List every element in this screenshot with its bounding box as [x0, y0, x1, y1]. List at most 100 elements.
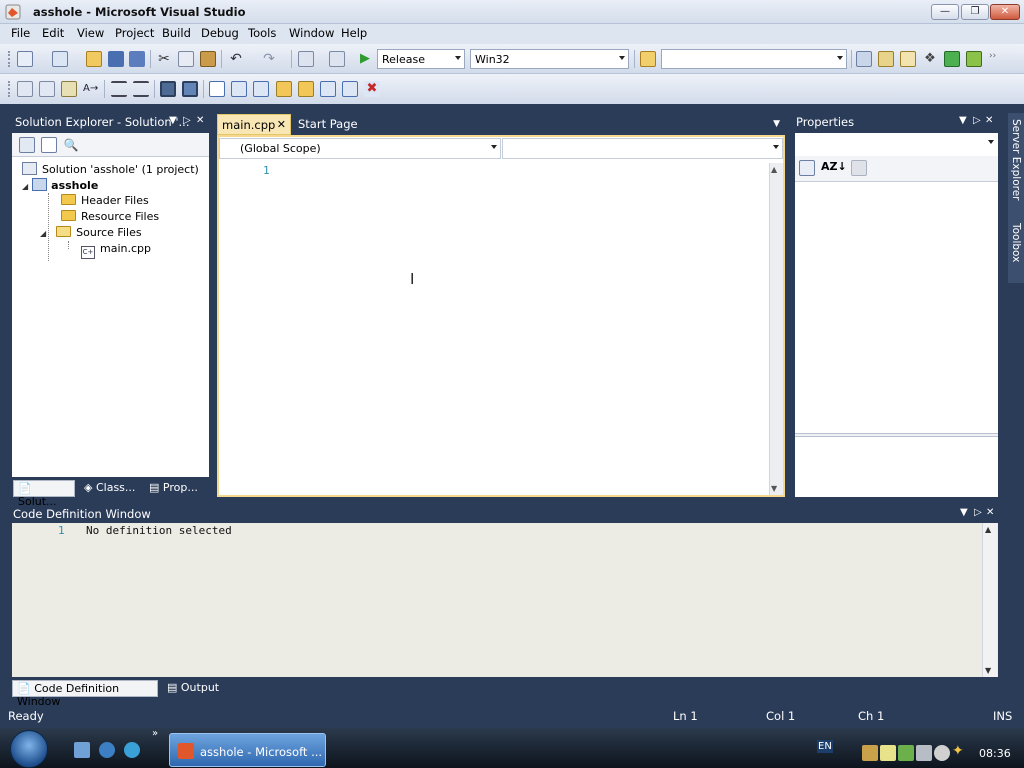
toolbox-tab[interactable]: Toolbox: [1010, 223, 1022, 262]
start-page-icon[interactable]: [944, 51, 960, 67]
tab-class-view[interactable]: ◈ Class...: [80, 480, 139, 497]
display-object-member-list-icon[interactable]: [17, 81, 33, 97]
undo-icon[interactable]: ↶: [228, 51, 244, 67]
expanded-arrow-icon[interactable]: ◢: [22, 182, 28, 191]
menu-file[interactable]: File: [11, 26, 30, 40]
solution-configuration-combo[interactable]: Release: [377, 49, 465, 69]
vertical-scrollbar[interactable]: ▲ ▼: [769, 163, 783, 495]
toolbox-icon[interactable]: ❖: [922, 51, 938, 67]
scroll-down-icon[interactable]: ▼: [771, 484, 777, 493]
next-bookmark-in-document-icon[interactable]: [342, 81, 358, 97]
decrease-indent-icon[interactable]: [111, 81, 127, 97]
tab-property-manager[interactable]: ▤ Prop...: [145, 480, 202, 497]
member-dropdown[interactable]: [502, 138, 783, 159]
open-file-icon[interactable]: [86, 51, 102, 67]
object-browser-icon[interactable]: [900, 51, 916, 67]
tab-start-page[interactable]: Start Page: [294, 114, 362, 135]
properties-icon[interactable]: [19, 137, 35, 153]
quick-launch-show-desktop-icon[interactable]: [74, 742, 90, 758]
command-window-icon[interactable]: [966, 51, 982, 67]
code-definition-body[interactable]: 1 No definition selected ▲ ▼: [12, 523, 998, 677]
previous-bookmark-in-document-icon[interactable]: [320, 81, 336, 97]
clear-bookmarks-icon[interactable]: ✖: [364, 81, 380, 97]
code-editor[interactable]: (Global Scope) 1 I ▲ ▼: [217, 135, 785, 497]
show-all-files-icon[interactable]: [41, 137, 57, 153]
comment-out-icon[interactable]: [160, 81, 176, 97]
tab-solution-explorer[interactable]: 📄 Solut...: [13, 480, 75, 508]
start-button-icon[interactable]: [10, 730, 48, 768]
solution-explorer-icon[interactable]: [856, 51, 872, 67]
scope-dropdown[interactable]: (Global Scope): [219, 138, 501, 159]
property-pages-icon[interactable]: [851, 160, 867, 176]
tree-file-main-cpp[interactable]: C+ main.cpp: [81, 242, 151, 259]
previous-bookmark-icon[interactable]: [231, 81, 247, 97]
language-indicator[interactable]: EN: [817, 740, 833, 753]
previous-bookmark-in-folder-icon[interactable]: [276, 81, 292, 97]
panel-close-icon[interactable]: ✕: [985, 115, 993, 126]
close-button[interactable]: ✕: [990, 4, 1020, 20]
panel-close-icon[interactable]: ✕: [196, 115, 204, 126]
tab-code-definition-window[interactable]: 📄 Code Definition Window: [12, 680, 158, 708]
cut-icon[interactable]: ✂: [156, 51, 172, 67]
complete-word-icon[interactable]: A→: [83, 81, 99, 97]
tab-main-cpp[interactable]: main.cpp ✕: [217, 114, 291, 135]
description-splitter[interactable]: [795, 433, 998, 437]
tab-output[interactable]: ▤ Output: [163, 680, 223, 697]
increase-indent-icon[interactable]: [133, 81, 149, 97]
pin-icon[interactable]: ▷: [183, 115, 191, 126]
pin-icon[interactable]: ▷: [973, 115, 981, 126]
view-code-icon[interactable]: 🔍: [63, 137, 79, 153]
scroll-up-icon[interactable]: ▲: [771, 165, 777, 174]
menu-help[interactable]: Help: [341, 26, 367, 40]
restore-button[interactable]: ❐: [961, 4, 989, 20]
parameter-info-icon[interactable]: [39, 81, 55, 97]
vertical-scrollbar[interactable]: ▲ ▼: [982, 523, 997, 677]
menu-window[interactable]: Window: [289, 26, 334, 40]
menu-tools[interactable]: Tools: [248, 26, 276, 40]
scroll-up-icon[interactable]: ▲: [985, 525, 991, 534]
minimize-button[interactable]: —: [931, 4, 959, 20]
panel-dropdown-icon[interactable]: ▼: [959, 115, 967, 126]
menu-view[interactable]: View: [77, 26, 104, 40]
tray-sound-icon[interactable]: [898, 745, 914, 761]
quick-launch-overflow-icon[interactable]: »: [152, 728, 158, 739]
navigate-forward-icon[interactable]: [329, 51, 345, 67]
new-project-icon[interactable]: [17, 51, 33, 67]
find-in-files-icon[interactable]: [640, 51, 656, 67]
tray-folder-icon[interactable]: [880, 745, 896, 761]
save-icon[interactable]: [108, 51, 124, 67]
paste-icon[interactable]: [200, 51, 216, 67]
tray-update-icon[interactable]: [934, 745, 950, 761]
categorized-icon[interactable]: [799, 160, 815, 176]
solution-platform-combo[interactable]: Win32: [470, 49, 629, 69]
panel-close-icon[interactable]: ✕: [986, 507, 994, 518]
pin-icon[interactable]: ▷: [974, 507, 982, 518]
tree-folder-source-files[interactable]: ◢ Source Files: [40, 226, 142, 239]
tab-close-icon[interactable]: ✕: [277, 118, 286, 131]
copy-icon[interactable]: [178, 51, 194, 67]
toggle-bookmark-icon[interactable]: [209, 81, 225, 97]
panel-dropdown-icon[interactable]: ▼: [169, 115, 177, 126]
toolbar-grip[interactable]: [8, 51, 11, 67]
tree-folder-resource-files[interactable]: Resource Files: [61, 210, 159, 223]
tray-network-icon[interactable]: [862, 745, 878, 761]
server-explorer-tab[interactable]: Server Explorer: [1010, 119, 1022, 201]
navigate-backward-icon[interactable]: [298, 51, 314, 67]
quick-info-icon[interactable]: [61, 81, 77, 97]
menu-build[interactable]: Build: [162, 26, 191, 40]
toolbar-overflow-icon[interactable]: ››: [989, 51, 1005, 67]
menu-project[interactable]: Project: [115, 26, 154, 40]
alphabetical-icon[interactable]: AZ↓: [821, 159, 847, 175]
add-item-icon[interactable]: [52, 51, 68, 67]
tray-notification-icon[interactable]: ✦: [952, 743, 968, 759]
properties-window-icon[interactable]: [878, 51, 894, 67]
start-debugging-icon[interactable]: ▶: [357, 51, 373, 67]
scroll-down-icon[interactable]: ▼: [985, 666, 991, 675]
properties-object-selector[interactable]: [795, 133, 998, 153]
panel-dropdown-icon[interactable]: ▼: [960, 507, 968, 518]
uncomment-icon[interactable]: [182, 81, 198, 97]
tree-project[interactable]: ◢ asshole: [22, 178, 98, 192]
menu-debug[interactable]: Debug: [201, 26, 239, 40]
redo-icon[interactable]: ↷: [261, 51, 277, 67]
tree-folder-header-files[interactable]: Header Files: [61, 194, 149, 207]
